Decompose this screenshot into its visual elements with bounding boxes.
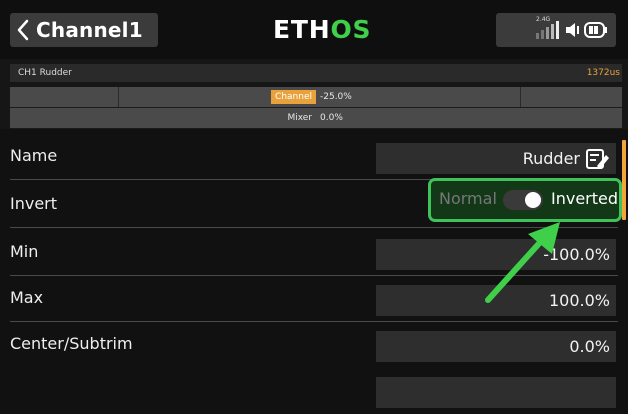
channel-name: CH1 Rudder (18, 68, 72, 78)
channel-bar-value: -25.0% (320, 92, 352, 102)
center-label: Center/Subtrim (10, 334, 133, 353)
next-field[interactable] (376, 377, 616, 408)
signal-icon (536, 21, 560, 39)
center-value: 0.0% (569, 337, 610, 356)
divider (10, 321, 618, 322)
speaker-icon (564, 21, 582, 43)
chevron-left-icon (10, 13, 36, 47)
battery-icon (584, 22, 608, 42)
back-button[interactable]: Channel1 (10, 13, 158, 47)
mixer-bar-value: 0.0% (320, 113, 343, 123)
channel-bar: Channel -25.0% (10, 87, 622, 108)
toggle-switch[interactable] (503, 190, 543, 210)
name-value: Rudder (522, 149, 580, 168)
toggle-knob (525, 192, 541, 208)
max-label: Max (10, 288, 44, 307)
row-center: Center/Subtrim 0.0% (0, 323, 628, 368)
scrollbar[interactable] (622, 140, 626, 220)
page-title: Channel1 (36, 18, 143, 42)
invert-toggle[interactable]: Normal Inverted (428, 178, 622, 222)
name-label: Name (10, 146, 58, 165)
toggle-off-label: Normal (439, 189, 497, 208)
bar-tick (118, 87, 119, 107)
mixer-bar: Mixer 0.0% (10, 108, 622, 129)
channel-bar-label: Channel (271, 90, 316, 104)
row-name: Name Rudder (0, 135, 628, 180)
status-area[interactable]: 2.4G (496, 13, 616, 47)
edit-icon[interactable] (586, 148, 610, 174)
top-bar: Channel1 ETHOS 2.4G (0, 0, 628, 59)
annotation-arrow-icon (485, 222, 560, 303)
invert-label: Invert (10, 194, 58, 213)
min-label: Min (10, 242, 39, 261)
channel-monitor: CH1 Rudder 1372us Channel -25.0% Mixer 0… (0, 59, 628, 129)
mixer-bar-label: Mixer (287, 113, 312, 123)
row-next (0, 369, 628, 414)
brand-logo: ETHOS (273, 15, 372, 44)
name-field[interactable]: Rudder (376, 143, 616, 174)
monitor-header: CH1 Rudder 1372us (10, 64, 622, 82)
center-field[interactable]: 0.0% (376, 331, 616, 362)
toggle-on-label: Inverted (551, 189, 619, 208)
pulse-value: 1372us (586, 68, 620, 78)
bar-tick (520, 87, 521, 107)
